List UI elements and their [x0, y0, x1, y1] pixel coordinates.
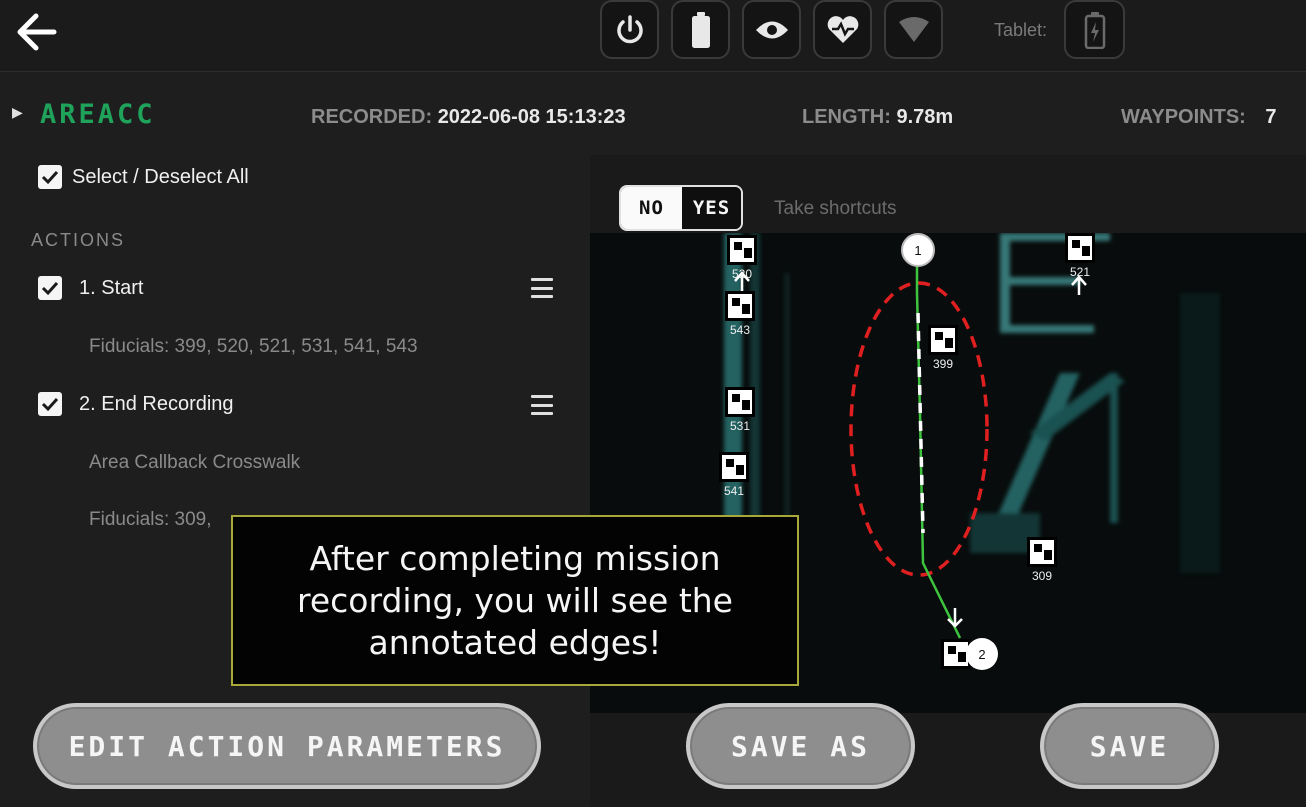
fiducial-309[interactable]: 309 [1026, 537, 1058, 585]
back-button[interactable] [8, 6, 64, 58]
fiducial-label: 541 [723, 484, 745, 498]
power-status-button[interactable] [600, 0, 659, 59]
fiducial-label: 309 [1031, 569, 1053, 583]
fiducial-label: 520 [731, 267, 753, 281]
checkmark-icon [41, 281, 59, 296]
waypoint-1-marker[interactable]: 1 [901, 233, 935, 267]
health-status-button[interactable] [813, 0, 872, 59]
tooltip-text: After completing mission recording, you … [297, 538, 733, 662]
waypoints-value: 7 [1265, 106, 1277, 128]
tutorial-tooltip: After completing mission recording, you … [231, 515, 799, 686]
tablet-label: Tablet: [994, 20, 1048, 40]
action-2-checkbox[interactable] [38, 392, 62, 416]
action-2-label[interactable]: 2. End Recording [79, 393, 234, 416]
fiducial-521[interactable]: 521 [1064, 233, 1096, 281]
drag-handle-icon[interactable] [531, 278, 553, 298]
route-path [915, 250, 962, 639]
fiducial-543[interactable]: 543 [724, 291, 756, 339]
shortcuts-label: Take shortcuts [774, 198, 897, 219]
drag-handle-icon[interactable] [531, 395, 553, 415]
edit-action-parameters-button[interactable]: EDIT ACTION PARAMETERS [33, 703, 541, 789]
select-all-checkbox[interactable] [38, 165, 62, 189]
action-2-callback: Area Callback Crosswalk [89, 452, 301, 473]
recorded-label: RECORDED: [311, 106, 433, 128]
fiducial-531[interactable]: 531 [724, 387, 756, 435]
waypoints-info: WAYPOINTS: 7 [1121, 106, 1277, 129]
heart-icon [827, 15, 858, 43]
mission-expand-arrow[interactable]: ▶ [12, 104, 23, 121]
wifi-icon [898, 16, 929, 42]
status-icons [600, 0, 943, 59]
action-1-label[interactable]: 1. Start [79, 277, 143, 300]
length-value: 9.78m [896, 106, 954, 128]
fiducial-399[interactable]: 399 [927, 325, 959, 373]
battery-icon [691, 11, 710, 48]
waypoint-2-marker[interactable]: 2 [966, 638, 998, 670]
fiducial-label: 531 [729, 419, 751, 433]
fiducial-label: 543 [729, 323, 751, 337]
wifi-status-button[interactable] [884, 0, 943, 59]
actions-title: ACTIONS [31, 230, 126, 250]
recorded-value: 2022-06-08 15:13:23 [437, 106, 626, 128]
power-icon [616, 14, 643, 43]
toggle-yes-option[interactable]: YES [681, 187, 741, 229]
action-1-fiducials: Fiducials: 399, 520, 521, 531, 541, 543 [89, 336, 418, 357]
mission-name: AREACC [40, 99, 156, 130]
shortcuts-toggle[interactable]: NO YES [619, 185, 743, 231]
fiducial-label: 399 [932, 357, 954, 371]
fiducial-520[interactable]: 520 [726, 235, 758, 283]
arrow-left-icon [17, 13, 57, 51]
save-button[interactable]: SAVE [1040, 703, 1219, 789]
tablet-battery-icon [1084, 11, 1105, 49]
eye-icon [755, 21, 788, 38]
top-bar: Tablet: [0, 0, 1306, 72]
save-as-button[interactable]: SAVE AS [686, 703, 915, 789]
battery-status-button[interactable] [671, 0, 730, 59]
checkmark-icon [41, 397, 59, 412]
fiducial-541[interactable]: 541 [718, 452, 750, 500]
recorded-info: RECORDED: 2022-06-08 15:13:23 [311, 106, 626, 129]
fiducial-label: 521 [1069, 265, 1091, 279]
waypoints-label: WAYPOINTS: [1121, 106, 1246, 128]
eye-status-button[interactable] [742, 0, 801, 59]
tablet-battery-button[interactable] [1064, 0, 1125, 59]
length-info: LENGTH: 9.78m [802, 106, 953, 129]
action-2-fiducials: Fiducials: 309, [89, 509, 212, 530]
checkmark-icon [41, 170, 59, 185]
toggle-no-option[interactable]: NO [621, 187, 682, 229]
length-label: LENGTH: [802, 106, 891, 128]
action-1-checkbox[interactable] [38, 276, 62, 300]
select-all-label[interactable]: Select / Deselect All [72, 166, 249, 189]
